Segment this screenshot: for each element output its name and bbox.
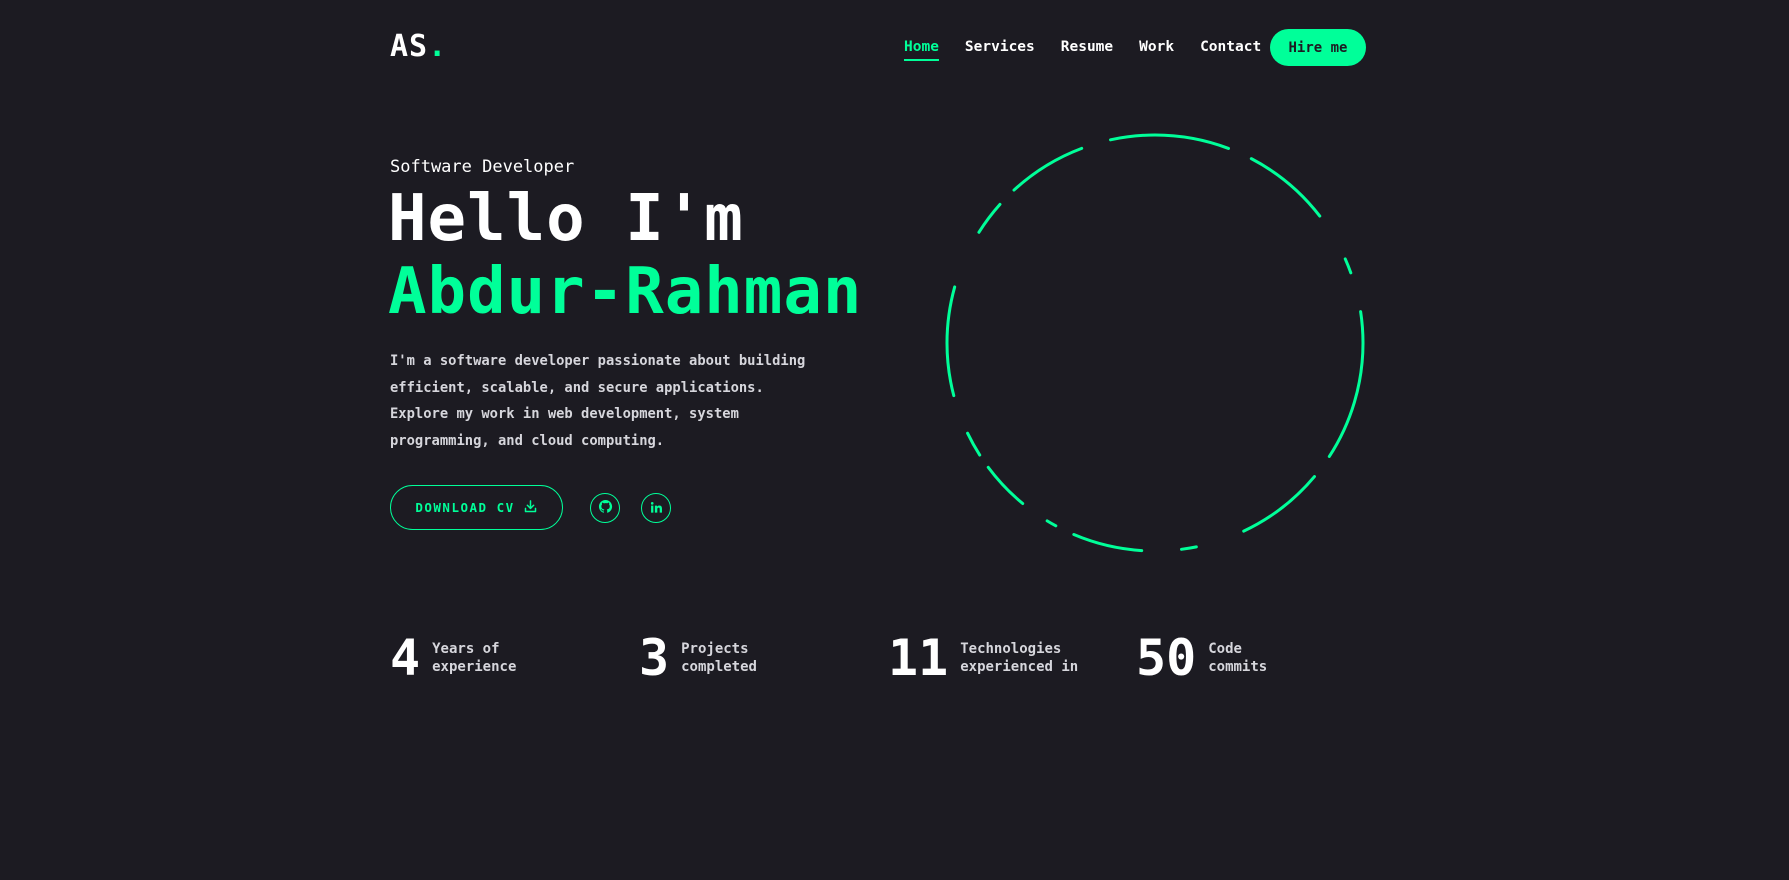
stat-label: Years of experience — [432, 640, 516, 676]
stat-number: 11 — [888, 629, 949, 687]
stat-label-line: Projects — [681, 641, 749, 657]
logo[interactable]: AS. — [390, 27, 447, 67]
stat-label-line: commits — [1208, 659, 1268, 675]
stat-technologies: 11 Technologies experienced in — [888, 628, 1078, 688]
nav-item-home[interactable]: Home — [904, 35, 939, 61]
stat-label: Technologies experienced in — [960, 640, 1078, 676]
linkedin-link[interactable] — [641, 493, 671, 523]
decorative-dashed-ring — [945, 133, 1365, 553]
stat-label-line: completed — [681, 659, 757, 675]
portfolio-page: AS. Home Services Resume Work Contact Hi… — [0, 0, 1789, 880]
download-cv-button[interactable]: DOWNLOAD CV — [390, 485, 563, 530]
nav-item-contact[interactable]: Contact — [1200, 35, 1261, 59]
stat-label: Projects completed — [681, 640, 757, 676]
description-line: programming, and cloud computing. — [390, 432, 665, 449]
download-cv-label: DOWNLOAD CV — [415, 500, 515, 515]
stat-years: 4 Years of experience — [390, 628, 516, 688]
github-link[interactable] — [590, 493, 620, 523]
hero-greeting: Hello I'm — [388, 182, 744, 256]
stat-label-line: Technologies — [960, 641, 1062, 657]
stat-label-line: experience — [432, 659, 517, 675]
linkedin-icon — [650, 499, 663, 518]
github-icon — [598, 499, 613, 518]
main-nav: Home Services Resume Work Contact — [904, 35, 1287, 61]
download-icon — [523, 499, 538, 517]
hero-subtitle: Software Developer — [390, 157, 575, 177]
stat-label-line: Years of — [432, 641, 500, 657]
stat-label-line: experienced in — [960, 659, 1079, 675]
stat-number: 50 — [1136, 629, 1197, 687]
nav-item-resume[interactable]: Resume — [1061, 35, 1113, 59]
nav-item-services[interactable]: Services — [965, 35, 1035, 59]
hero-name: Abdur-Rahman — [388, 255, 863, 329]
description-line: Explore my work in web development, syst… — [390, 406, 739, 422]
stat-projects: 3 Projects completed — [639, 628, 757, 688]
nav-item-work[interactable]: Work — [1139, 35, 1174, 59]
hire-me-button[interactable]: Hire me — [1270, 29, 1366, 66]
stat-label: Code commits — [1208, 640, 1267, 676]
stat-commits: 50 Code commits — [1136, 628, 1267, 688]
stat-number: 3 — [639, 629, 670, 687]
stat-number: 4 — [390, 629, 421, 687]
logo-text: AS — [390, 29, 429, 64]
stat-label-line: Code — [1208, 641, 1242, 657]
description-line: efficient, scalable, and secure applicat… — [390, 379, 764, 396]
logo-dot: . — [428, 29, 448, 64]
hero-description: I'm a software developer passionate abou… — [390, 348, 810, 454]
description-line: I'm a software developer passionate abou… — [390, 353, 806, 369]
